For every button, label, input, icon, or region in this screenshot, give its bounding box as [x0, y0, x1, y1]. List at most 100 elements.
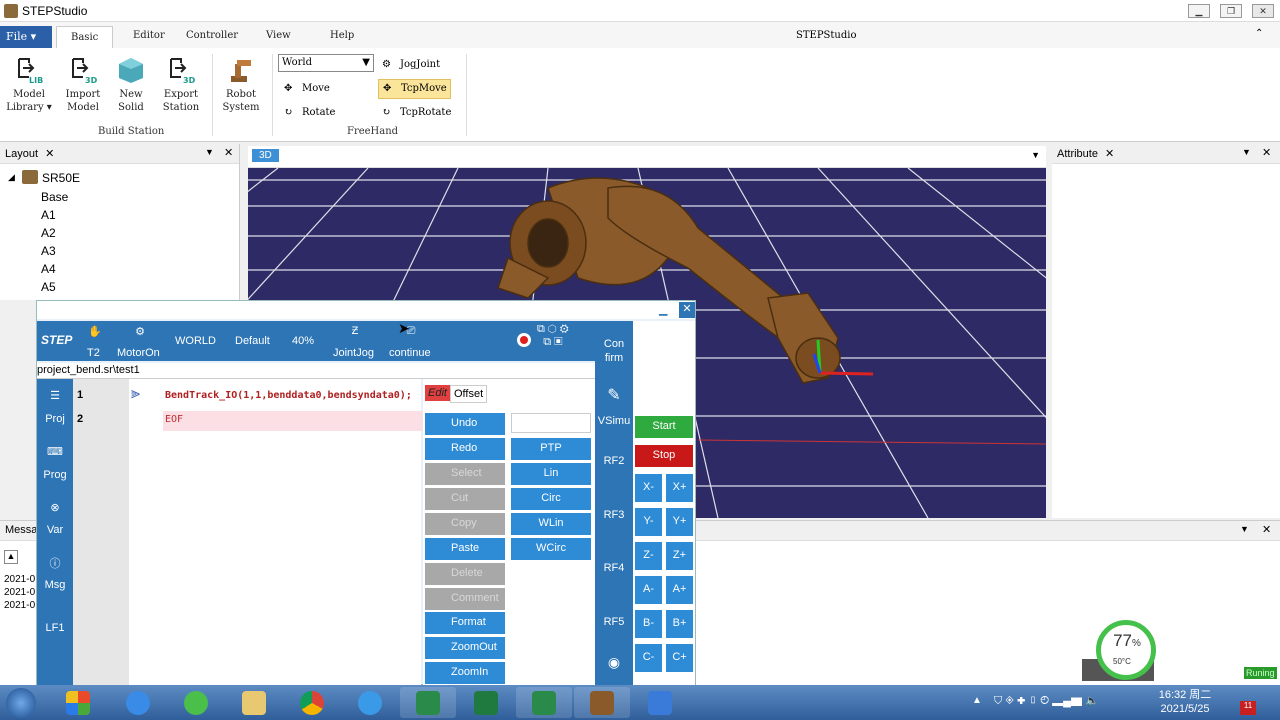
- joint-jog-button[interactable]: JointJog: [333, 347, 374, 359]
- rf2-button[interactable]: RF2: [595, 455, 633, 467]
- collapse-ribbon-icon[interactable]: ⌃: [1255, 28, 1263, 39]
- mode-label[interactable]: T2: [87, 347, 100, 359]
- circ-button[interactable]: Circ: [511, 488, 591, 510]
- zoom-in-button[interactable]: ZoomIn: [425, 662, 505, 684]
- cut-button[interactable]: Cut: [425, 488, 505, 510]
- redo-button[interactable]: Redo: [425, 438, 505, 460]
- confirm-button[interactable]: Con firm: [595, 337, 633, 365]
- delete-button[interactable]: Delete: [425, 563, 505, 585]
- export-station-button[interactable]: 3D Export Station: [158, 56, 204, 114]
- close-button[interactable]: ✕: [1252, 4, 1274, 18]
- simulate-button[interactable]: VSimu: [595, 415, 633, 427]
- tcp-move-button[interactable]: ✥ TcpMove: [378, 79, 451, 99]
- minimize-button[interactable]: ▁: [1188, 4, 1210, 18]
- nav-proj[interactable]: Proj: [37, 413, 73, 425]
- zoom-out-button[interactable]: ZoomOut: [425, 637, 505, 659]
- excel-icon[interactable]: [458, 687, 514, 718]
- code-line[interactable]: BendTrack_IO(1,1,benddata0,bendsyndata0)…: [165, 390, 412, 401]
- code-editor[interactable]: ⫸ 1 BendTrack_IO(1,1,benddata0,bendsynda…: [73, 379, 455, 686]
- eye-icon[interactable]: ◉: [595, 654, 633, 671]
- start-button[interactable]: Start: [635, 416, 693, 438]
- tray-icons[interactable]: ⛉ ◈ ✚ ▯ ◴ ▂▄▆ 🔈: [994, 694, 1099, 708]
- view-icons[interactable]: ⧉ ⬡ ⚙ ⧉ ▣: [537, 323, 569, 349]
- jog-z-plus-button[interactable]: Z+: [666, 542, 693, 570]
- coord-system-button[interactable]: WORLD: [175, 335, 216, 347]
- 3d-app-icon[interactable]: [632, 687, 688, 718]
- motor-on-button[interactable]: MotorOn: [117, 347, 160, 359]
- continue-button[interactable]: continue: [389, 347, 431, 359]
- select-button[interactable]: Select: [425, 463, 505, 485]
- close-icon[interactable]: ✕: [1105, 148, 1114, 160]
- chevron-down-icon[interactable]: ▼: [1240, 524, 1249, 534]
- chevron-down-icon[interactable]: ▼: [205, 147, 214, 157]
- performance-gauge[interactable]: 77% 50°C: [1096, 620, 1156, 680]
- tree-item-a1[interactable]: A1: [41, 208, 56, 222]
- tree-item-a5[interactable]: A5: [41, 280, 56, 294]
- jog-x-minus-button[interactable]: X-: [635, 474, 662, 502]
- lin-button[interactable]: Lin: [511, 463, 591, 485]
- tool-select-button[interactable]: Default: [235, 335, 270, 347]
- jog-a-plus-button[interactable]: A+: [666, 576, 693, 604]
- nav-prog[interactable]: Prog: [37, 469, 73, 481]
- jog-c-minus-button[interactable]: C-: [635, 644, 662, 672]
- tree-item-a2[interactable]: A2: [41, 226, 56, 240]
- model-library-button[interactable]: LIB Model Library ▾: [6, 56, 52, 114]
- tab-view[interactable]: View: [266, 30, 291, 41]
- pycharm-icon[interactable]: [342, 687, 398, 718]
- jog-x-plus-button[interactable]: X+: [666, 474, 693, 502]
- import-model-button[interactable]: 3D Import Model: [62, 56, 104, 114]
- nav-msg[interactable]: Msg: [37, 579, 73, 591]
- motion-input[interactable]: [511, 413, 591, 433]
- code-line[interactable]: EOF: [165, 414, 183, 425]
- taskbar-app-icon[interactable]: [50, 687, 106, 718]
- tab-edit[interactable]: Edit: [425, 385, 450, 401]
- jog-z-minus-button[interactable]: Z-: [635, 542, 662, 570]
- close-icon[interactable]: ✕: [1262, 146, 1271, 159]
- close-icon[interactable]: ✕: [45, 148, 54, 160]
- rf4-button[interactable]: RF4: [595, 562, 633, 574]
- stop-button[interactable]: Stop: [635, 445, 693, 467]
- tab-basic[interactable]: Basic: [56, 26, 114, 48]
- wcirc-button[interactable]: WCirc: [511, 538, 591, 560]
- robot-system-button[interactable]: Robot System: [218, 56, 264, 114]
- format-button[interactable]: Format: [425, 612, 505, 634]
- copy-button[interactable]: Copy: [425, 513, 505, 535]
- ie-icon[interactable]: [110, 687, 166, 718]
- maximize-button[interactable]: ❐: [1220, 4, 1242, 18]
- tree-item-base[interactable]: Base: [41, 190, 68, 204]
- tab-controller[interactable]: Controller: [186, 30, 238, 41]
- record-icon[interactable]: [517, 333, 531, 347]
- folder-icon[interactable]: [226, 687, 282, 718]
- tree-item-a3[interactable]: A3: [41, 244, 56, 258]
- jog-b-plus-button[interactable]: B+: [666, 610, 693, 638]
- nav-lf1[interactable]: LF1: [37, 622, 73, 634]
- close-icon[interactable]: ✕: [224, 146, 233, 159]
- jog-y-minus-button[interactable]: Y-: [635, 508, 662, 536]
- jog-a-minus-button[interactable]: A-: [635, 576, 662, 604]
- chrome-icon[interactable]: [284, 687, 340, 718]
- app-c-icon[interactable]: [516, 687, 572, 718]
- tab-3d[interactable]: 3D: [252, 149, 279, 162]
- ptp-button[interactable]: PTP: [511, 438, 591, 460]
- move-button[interactable]: ✥ Move: [280, 80, 334, 100]
- close-icon[interactable]: ✕: [679, 302, 695, 318]
- tab-offset[interactable]: Offset: [450, 385, 488, 403]
- undo-button[interactable]: Undo: [425, 413, 505, 435]
- sync-icon[interactable]: [168, 687, 224, 718]
- tree-expand-icon[interactable]: ◢: [8, 172, 15, 183]
- minimize-icon[interactable]: ▁: [659, 303, 667, 316]
- system-clock[interactable]: 16:32 周二 2021/5/25: [1150, 688, 1220, 716]
- nav-var[interactable]: Var: [37, 524, 73, 536]
- tcp-rotate-button[interactable]: ↻ TcpRotate: [378, 104, 455, 124]
- tab-editor[interactable]: Editor: [133, 30, 165, 41]
- jog-c-plus-button[interactable]: C+: [666, 644, 693, 672]
- jog-joint-button[interactable]: ⚙ JogJoint: [378, 56, 444, 76]
- step-window-titlebar[interactable]: ▁ ✕: [37, 301, 695, 319]
- rf3-button[interactable]: RF3: [595, 509, 633, 521]
- wlin-button[interactable]: WLin: [511, 513, 591, 535]
- comment-button[interactable]: Comment: [425, 588, 505, 610]
- jog-b-minus-button[interactable]: B-: [635, 610, 662, 638]
- app-c-icon[interactable]: [400, 687, 456, 718]
- paste-button[interactable]: Paste: [425, 538, 505, 560]
- tray-expand-icon[interactable]: ▲: [972, 695, 982, 706]
